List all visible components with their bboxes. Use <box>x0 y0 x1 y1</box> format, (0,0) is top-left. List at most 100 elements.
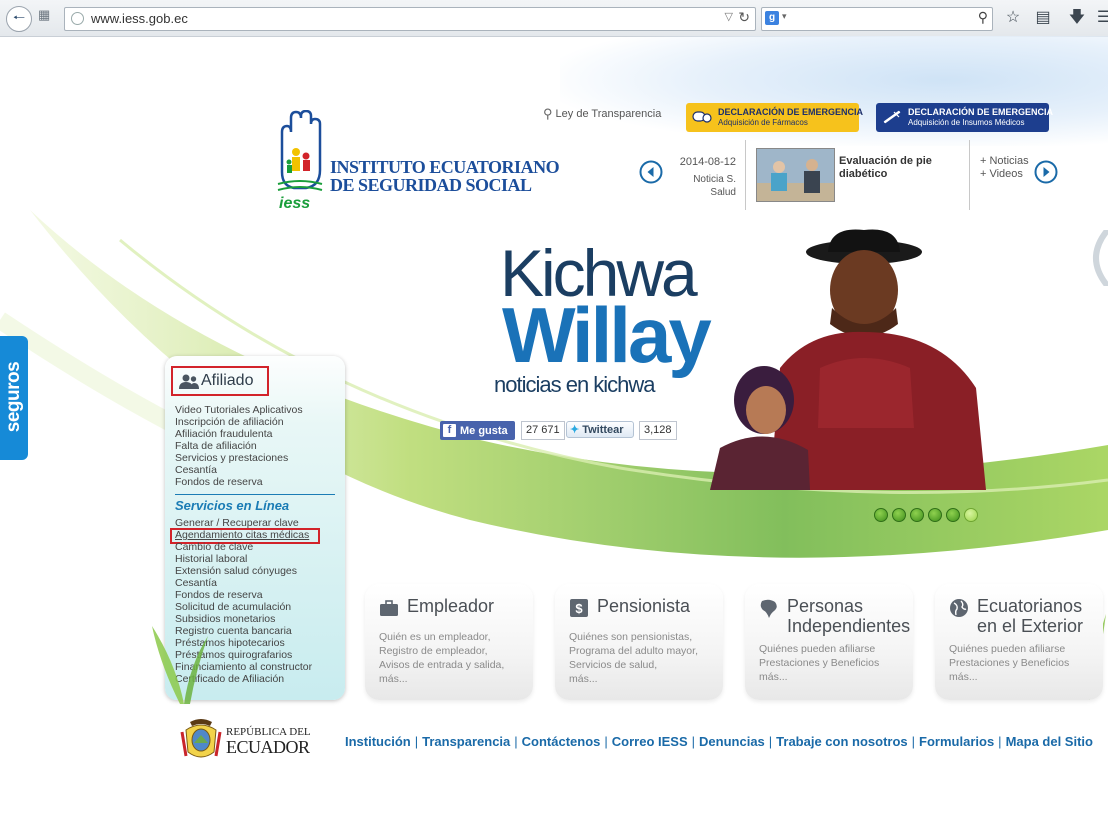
url-bar[interactable]: www.iess.gob.ec ▽ ↻ <box>64 7 756 31</box>
url-text[interactable]: www.iess.gob.ec <box>91 11 188 26</box>
card-description-line: Prestaciones y Beneficios <box>759 657 880 669</box>
back-arrow-icon: 🠐 <box>12 9 26 25</box>
card-description-line: Quiénes son pensionistas, <box>569 631 693 643</box>
afiliado-header-highlight[interactable]: Afiliado <box>171 366 269 396</box>
card-ecuatorianos-exterior[interactable]: Ecuatorianos en el Exterior Quiénes puede… <box>935 584 1103 700</box>
ecuador-coat-of-arms-icon[interactable] <box>180 716 222 762</box>
back-button[interactable]: 🠐 <box>6 6 32 32</box>
emergencia-farmacos-title: DECLARACIÓN DE EMERGENCIA <box>718 107 864 117</box>
facebook-icon: f <box>443 424 456 437</box>
news-title[interactable]: Evaluación de pie diabético <box>839 155 959 181</box>
card-description-line: Quiénes pueden afiliarse <box>759 643 876 655</box>
card-description-line: Quién es un empleador, <box>379 631 491 643</box>
url-history-dropdown-icon[interactable]: ▽ <box>725 10 733 23</box>
browser-toolbar: 🠐 ▦ www.iess.gob.ec ▽ ↻ g ▾ ⚲ ☆ ▤ 🡇 ☰ <box>0 0 1108 37</box>
card-title-line: Independientes <box>787 616 911 636</box>
news-thumbnail[interactable] <box>756 148 835 202</box>
search-icon[interactable]: ⚲ <box>978 9 988 26</box>
users-icon <box>179 374 199 389</box>
carousel-dot[interactable] <box>964 508 978 522</box>
servicios-link[interactable]: Cesantía <box>175 577 217 589</box>
iess-logo-icon[interactable]: iess <box>276 110 324 210</box>
tab-groups-icon[interactable]: ▦ <box>38 8 52 21</box>
card-description-line: más... <box>379 673 408 685</box>
afiliado-link[interactable]: Cesantía <box>175 464 217 476</box>
bookmarks-menu-icon[interactable]: ▤ <box>1033 8 1053 28</box>
servicios-link[interactable]: Agendamiento citas médicas <box>175 529 309 541</box>
footer-nav: Institución | Transparencia | Contáctenos | Co… <box>345 734 1093 749</box>
site-identity-icon[interactable] <box>71 12 84 25</box>
logo-line-2: DE SEGURIDAD SOCIAL <box>330 175 532 195</box>
menu-icon[interactable]: ☰ <box>1094 8 1108 28</box>
footer-separator: | <box>414 734 419 749</box>
pills-icon <box>692 111 712 123</box>
ley-transparencia-label: Ley de Transparencia <box>555 108 662 120</box>
afiliado-link[interactable]: Servicios y prestaciones <box>175 452 288 464</box>
more-news-link[interactable]: + Noticias <box>980 155 1029 168</box>
card-description-line: más... <box>569 673 598 685</box>
footer-link[interactable]: Transparencia <box>422 734 510 749</box>
footer-link[interactable]: Contáctenos <box>522 734 601 749</box>
bookmark-star-icon[interactable]: ☆ <box>1003 8 1023 28</box>
card-personas-independientes[interactable]: Personas Independientes Quiénes pueden af… <box>745 584 913 700</box>
footer-link[interactable]: Correo IESS <box>612 734 688 749</box>
emergencia-farmacos-button[interactable]: DECLARACIÓN DE EMERGENCIA Adquisición de… <box>686 103 863 132</box>
seguros-side-tab[interactable]: seguros <box>0 336 28 460</box>
news-category: Noticia S. Salud <box>693 174 736 198</box>
hero-carousel-dots <box>874 508 978 522</box>
card-pensionista[interactable]: $ Pensionista Quiénes son pensionistas, P… <box>555 584 723 700</box>
afiliado-link[interactable]: Afiliación fraudulenta <box>175 428 272 440</box>
card-title-line: Empleador <box>407 596 495 616</box>
carousel-dot[interactable] <box>910 508 924 522</box>
news-prev-icon[interactable] <box>639 160 663 184</box>
footer-link[interactable]: Institución <box>345 734 411 749</box>
card-title-line: Ecuatorianos <box>977 596 1083 616</box>
afiliado-title: Afiliado <box>201 372 254 389</box>
browser-search-input[interactable]: g ▾ ⚲ <box>761 7 993 31</box>
servicios-link[interactable]: Generar / Recuperar clave <box>175 517 299 529</box>
carousel-dot[interactable] <box>874 508 888 522</box>
twitter-tweet-button[interactable]: ✦ Twittear <box>566 421 634 438</box>
news-photo-icon <box>757 149 834 201</box>
servicios-en-linea-title: Servicios en Línea <box>175 498 290 513</box>
panel-divider <box>175 494 335 495</box>
facebook-like-label: Me gusta <box>460 424 508 437</box>
afiliado-link[interactable]: Fondos de reserva <box>175 476 263 488</box>
ley-transparencia-link[interactable]: ⚲ Ley de Transparencia <box>543 106 661 122</box>
card-empleador[interactable]: Empleador Quién es un empleador, Registro… <box>365 584 533 700</box>
hero-subtitle: noticias en kichwa <box>494 372 656 397</box>
footer-link[interactable]: Trabaje con nosotros <box>776 734 907 749</box>
card-title: Empleador <box>407 596 494 616</box>
footer-separator: | <box>768 734 773 749</box>
card-description-line: Prestaciones y Beneficios <box>949 657 1070 669</box>
carousel-dot[interactable] <box>892 508 906 522</box>
footer-link[interactable]: Formularios <box>919 734 994 749</box>
magnifier-icon: ⚲ <box>543 106 553 121</box>
facebook-like-count: 27 671 <box>521 421 565 440</box>
news-date: 2014-08-12 <box>679 156 736 168</box>
servicios-link[interactable]: Historial laboral <box>175 553 247 565</box>
more-videos-link[interactable]: + Videos <box>980 168 1029 181</box>
servicios-link[interactable]: Cambio de clave <box>175 541 253 553</box>
servicios-link[interactable]: Solicitud de acumulación <box>175 601 291 613</box>
hero-photo-people[interactable] <box>700 228 1000 490</box>
search-engine-dropdown-icon[interactable]: ▾ <box>782 11 787 22</box>
carousel-dot[interactable] <box>946 508 960 522</box>
downloads-icon[interactable]: 🡇 <box>1067 8 1087 28</box>
emergencia-insumos-button[interactable]: DECLARACIÓN DE EMERGENCIA Adquisición de… <box>876 103 1053 132</box>
reload-icon[interactable]: ↻ <box>738 9 750 26</box>
footer-link[interactable]: Mapa del Sitio <box>1006 734 1093 749</box>
afiliado-link[interactable]: Inscripción de afiliación <box>175 416 284 428</box>
servicios-link[interactable]: Extensión salud cónyuges <box>175 565 297 577</box>
servicios-link[interactable]: Fondos de reserva <box>175 589 263 601</box>
card-title-line: Personas <box>787 596 864 616</box>
afiliado-link[interactable]: Falta de afiliación <box>175 440 257 452</box>
footer-link[interactable]: Denuncias <box>699 734 765 749</box>
card-title-line: Pensionista <box>597 596 691 616</box>
carousel-dot[interactable] <box>928 508 942 522</box>
afiliado-link[interactable]: Video Tutoriales Aplicativos <box>175 404 303 416</box>
facebook-like-button[interactable]: f Me gusta <box>440 421 515 440</box>
news-next-icon[interactable] <box>1034 160 1058 184</box>
ecuador-label: ECUADOR <box>226 737 310 757</box>
search-engine-icon[interactable]: g <box>765 11 779 25</box>
